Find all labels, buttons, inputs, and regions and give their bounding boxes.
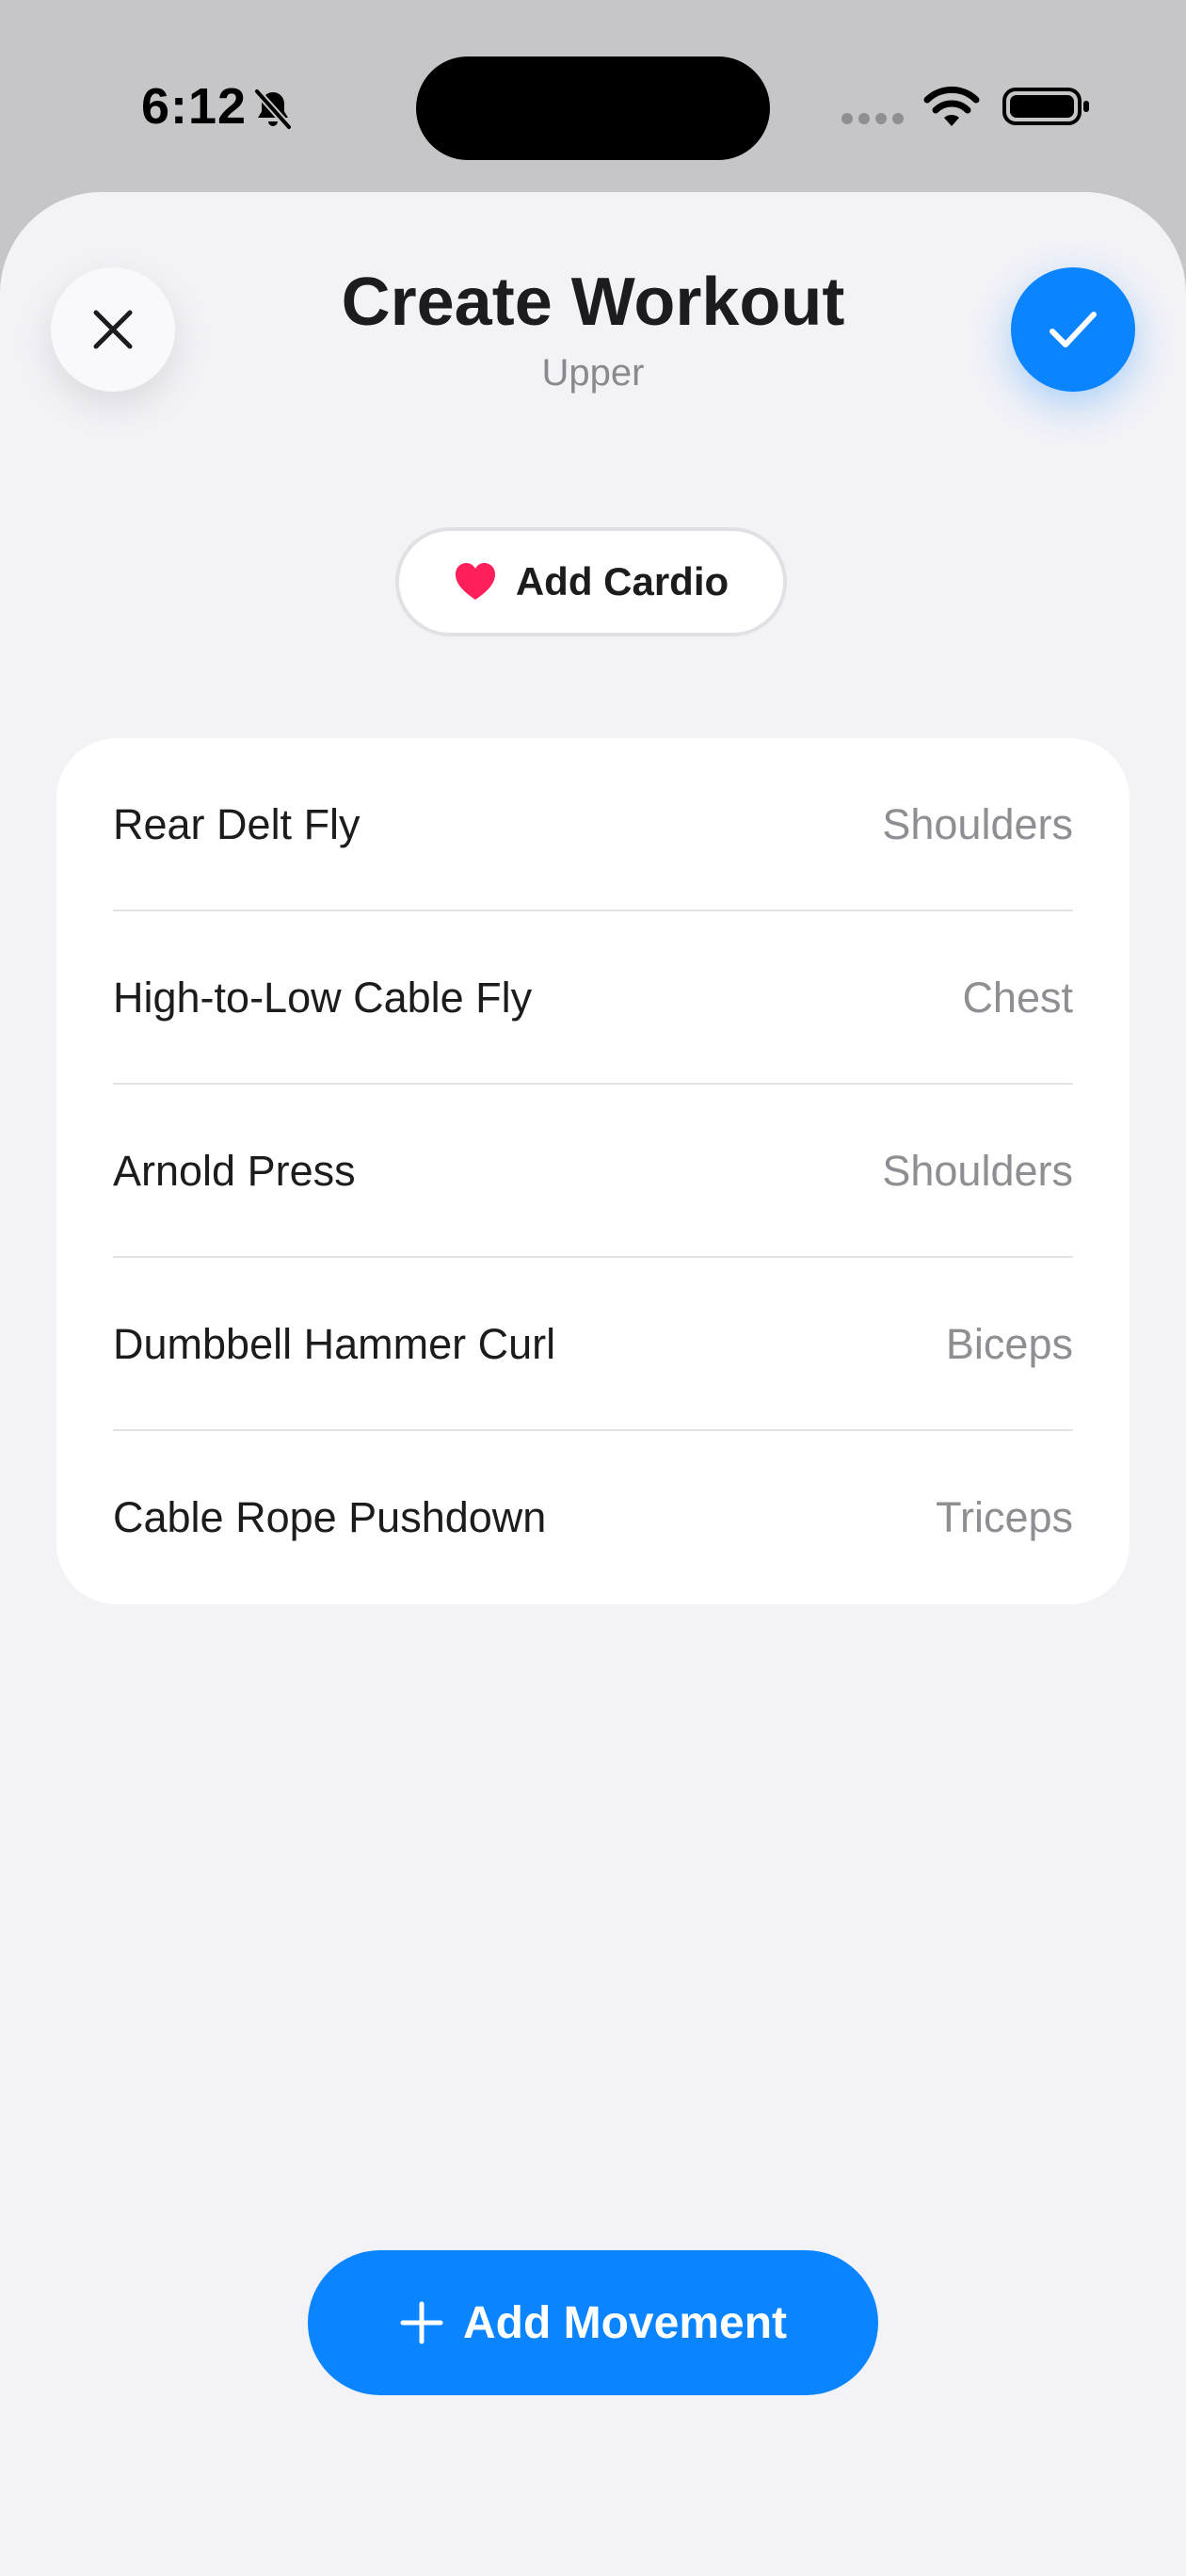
list-item[interactable]: Dumbbell Hammer Curl Biceps bbox=[113, 1258, 1073, 1431]
wifi-icon bbox=[923, 86, 980, 126]
list-item[interactable]: Cable Rope Pushdown Triceps bbox=[113, 1431, 1073, 1604]
muscle-group: Chest bbox=[962, 974, 1073, 1022]
movement-name: High-to-Low Cable Fly bbox=[113, 974, 533, 1022]
status-time: 6:12 bbox=[141, 78, 248, 135]
checkmark-icon bbox=[1050, 312, 1097, 347]
movement-name: Arnold Press bbox=[113, 1147, 356, 1195]
add-movement-label: Add Movement bbox=[462, 2297, 787, 2348]
muscle-group: Triceps bbox=[936, 1493, 1073, 1541]
page-title: Create Workout bbox=[341, 265, 845, 340]
add-movement-button[interactable]: Add Movement bbox=[308, 2250, 878, 2395]
muscle-group: Biceps bbox=[945, 1320, 1073, 1368]
workout-subtitle: Upper bbox=[541, 352, 645, 394]
status-bar: 6:12 bbox=[0, 0, 1186, 188]
add-cardio-label: Add Cardio bbox=[515, 559, 729, 604]
cellular-dots-icon bbox=[841, 113, 904, 124]
add-cardio-button[interactable]: Add Cardio bbox=[395, 527, 787, 636]
movement-name: Cable Rope Pushdown bbox=[113, 1493, 547, 1541]
list-item[interactable]: High-to-Low Cable Fly Chest bbox=[113, 911, 1073, 1085]
battery-icon bbox=[1002, 88, 1089, 125]
list-item[interactable]: Rear Delt Fly Shoulders bbox=[113, 738, 1073, 911]
muscle-group: Shoulders bbox=[882, 1147, 1073, 1195]
heart-icon bbox=[455, 563, 495, 600]
movement-name: Rear Delt Fly bbox=[113, 800, 361, 848]
plus-icon bbox=[400, 2301, 443, 2344]
create-workout-sheet: Create Workout Upper Add Cardio Rear Del… bbox=[0, 192, 1186, 2576]
dynamic-island bbox=[416, 56, 770, 160]
confirm-button[interactable] bbox=[1011, 267, 1135, 392]
movement-name: Dumbbell Hammer Curl bbox=[113, 1320, 556, 1368]
muscle-group: Shoulders bbox=[882, 800, 1073, 848]
bell-slash-icon bbox=[253, 88, 293, 131]
movement-list: Rear Delt Fly Shoulders High-to-Low Cabl… bbox=[56, 738, 1130, 1604]
list-item[interactable]: Arnold Press Shoulders bbox=[113, 1085, 1073, 1258]
